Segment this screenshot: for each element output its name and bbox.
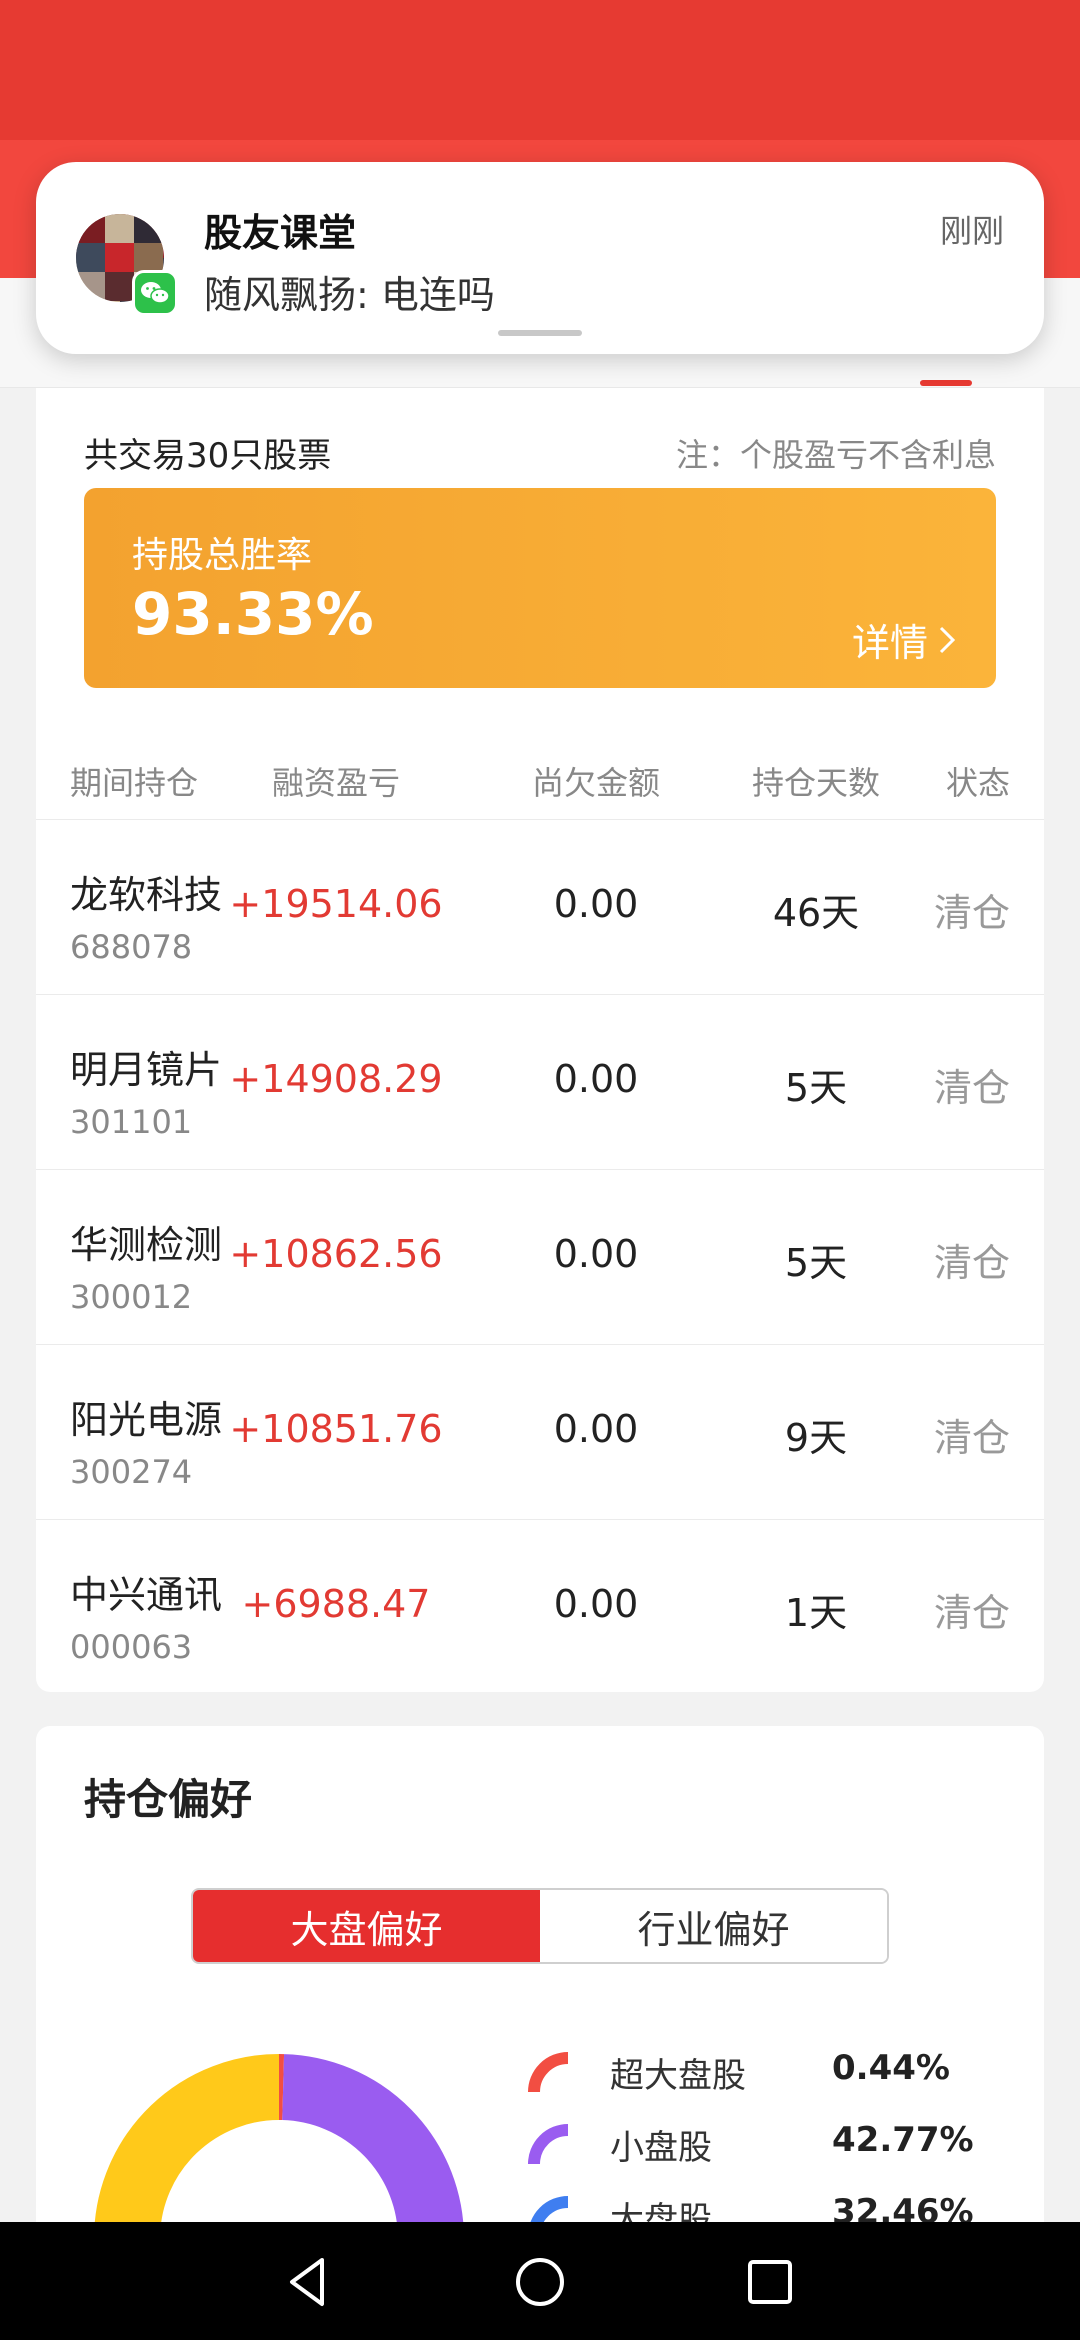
tab-industry-preference[interactable]: 行业偏好	[540, 1890, 887, 1962]
stock-code: 688078	[70, 928, 193, 966]
header-position: 期间持仓	[70, 764, 199, 802]
notification-message: 随风飘扬: 电连吗	[204, 273, 495, 317]
stock-profit: +14908.29	[229, 1057, 443, 1101]
legend-value: 42.77%	[832, 2120, 974, 2160]
back-icon[interactable]	[278, 2252, 338, 2312]
stock-status: 清仓	[933, 891, 1010, 935]
table-row[interactable]: 龙软科技 688078 +19514.06 0.00 46天 清仓	[36, 820, 1044, 995]
stock-status: 清仓	[933, 1241, 1010, 1285]
stock-profit: +19514.06	[229, 882, 443, 926]
stock-status: 清仓	[933, 1066, 1010, 1110]
wechat-icon	[132, 270, 178, 316]
win-rate-detail-link[interactable]: 详情	[852, 612, 956, 667]
legend-label: 小盘股	[610, 2128, 712, 2168]
stock-code: 300012	[70, 1278, 193, 1316]
stock-owed: 0.00	[553, 1407, 639, 1451]
legend-label: 超大盘股	[610, 2056, 746, 2096]
stock-owed: 0.00	[553, 882, 639, 926]
profit-note: 注：个股盈亏不含利息	[675, 436, 996, 474]
stock-profit: +10862.56	[229, 1232, 443, 1276]
recents-icon[interactable]	[740, 2252, 800, 2312]
chevron-right-icon	[939, 626, 956, 653]
header-profit: 融资盈亏	[271, 764, 400, 802]
win-rate-label: 持股总胜率	[132, 535, 313, 576]
stock-owed: 0.00	[553, 1582, 639, 1626]
status-bar	[0, 0, 1080, 140]
stock-days: 1天	[784, 1591, 848, 1635]
stock-profit: +6988.47	[241, 1582, 431, 1626]
win-rate-value: 93.33%	[132, 580, 374, 648]
table-row[interactable]: 阳光电源 300274 +10851.76 0.00 9天 清仓	[36, 1345, 1044, 1520]
legend-item: 小盘股 42.77%	[526, 2114, 1026, 2174]
legend-swatch-icon	[528, 2052, 569, 2093]
notification-title: 股友课堂	[204, 211, 357, 255]
stock-code: 300274	[70, 1453, 193, 1491]
notification-drag-handle[interactable]	[498, 330, 582, 336]
trade-summary-card: 共交易30只股票 注：个股盈亏不含利息 持股总胜率 93.33% 详情 期间持仓…	[36, 388, 1044, 1692]
stock-days: 5天	[784, 1241, 848, 1285]
legend-swatch-icon	[528, 2124, 569, 2165]
preference-title: 持仓偏好	[84, 1775, 253, 1824]
legend-value: 0.44%	[832, 2048, 950, 2088]
stock-days: 9天	[784, 1416, 848, 1460]
header-days: 持仓天数	[751, 764, 880, 802]
notification-banner[interactable]: 股友课堂 随风飘扬: 电连吗 刚刚	[36, 162, 1044, 354]
stock-days: 46天	[772, 891, 860, 935]
table-row[interactable]: 明月镜片 301101 +14908.29 0.00 5天 清仓	[36, 995, 1044, 1170]
stock-code: 000063	[70, 1628, 193, 1666]
system-nav-bar	[0, 2222, 1080, 2340]
table-row[interactable]: 华测检测 300012 +10862.56 0.00 5天 清仓	[36, 1170, 1044, 1345]
stock-days: 5天	[784, 1066, 848, 1110]
tab-market-cap-preference[interactable]: 大盘偏好	[193, 1890, 540, 1962]
trade-count-text: 共交易30只股票	[84, 436, 332, 476]
win-rate-banner[interactable]: 持股总胜率 93.33% 详情	[84, 488, 996, 688]
stock-profit: +10851.76	[229, 1407, 443, 1451]
detail-label: 详情	[851, 621, 928, 665]
tab-indicator	[920, 380, 972, 386]
header-owed: 尚欠金额	[531, 764, 660, 802]
notification-time: 刚刚	[939, 212, 1004, 250]
legend-item: 超大盘股 0.44%	[526, 2042, 1026, 2102]
stock-status: 清仓	[933, 1591, 1010, 1635]
header-status: 状态	[945, 764, 1010, 802]
table-row[interactable]: 中兴通讯 000063 +6988.47 0.00 1天 清仓	[36, 1520, 1044, 1695]
stock-owed: 0.00	[553, 1232, 639, 1276]
home-icon[interactable]	[510, 2252, 570, 2312]
stock-code: 301101	[70, 1103, 193, 1141]
stock-status: 清仓	[933, 1416, 1010, 1460]
preference-segmented-control: 大盘偏好 行业偏好	[191, 1888, 889, 1964]
table-header: 期间持仓 融资盈亏 尚欠金额 持仓天数 状态	[36, 730, 1044, 820]
stock-owed: 0.00	[553, 1057, 639, 1101]
